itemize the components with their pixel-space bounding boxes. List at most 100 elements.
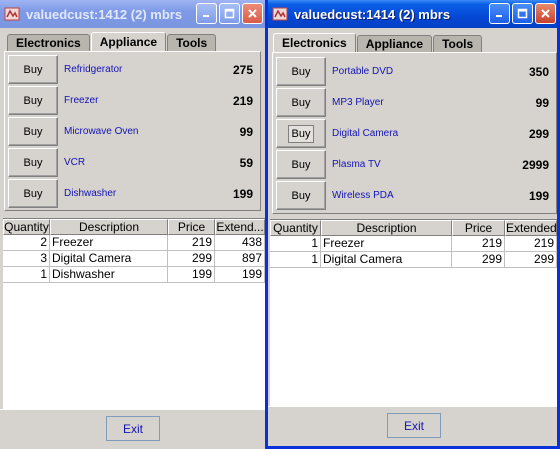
cart-table: Quantity Description Price Extended 1 Fr…	[270, 219, 557, 409]
tab-strip: Electronics Appliance Tools	[7, 32, 217, 51]
title-bar[interactable]: valuedcust:1412 (2) mbrs	[0, 0, 265, 28]
price-cell: 299	[452, 252, 505, 268]
column-header[interactable]: Extended	[505, 220, 557, 236]
description-cell: Freezer	[321, 236, 452, 252]
product-name: MP3 Player	[332, 97, 384, 108]
column-header[interactable]: Quantity	[3, 219, 50, 235]
tab-tools[interactable]: Tools	[167, 34, 217, 51]
price-cell: 219	[452, 236, 505, 252]
product-price: 2999	[522, 157, 549, 172]
product-row: Buy Digital Camera 299	[276, 118, 553, 149]
window-title: valuedcust:1414 (2) mbrs	[294, 6, 451, 22]
product-price: 59	[239, 155, 253, 170]
product-row: Buy Portable DVD 350	[276, 56, 553, 87]
footer: Exit	[0, 409, 265, 449]
table-header: Quantity Description Price Extend...	[3, 219, 265, 235]
product-name: Portable DVD	[332, 66, 394, 77]
product-row: Buy Wireless PDA 199	[276, 180, 553, 211]
window-left: valuedcust:1412 (2) mbrs Electronics App…	[0, 0, 265, 449]
table-row[interactable]: 1 Freezer 219 219	[270, 236, 557, 252]
window-title: valuedcust:1412 (2) mbrs	[26, 6, 183, 22]
price-cell: 199	[168, 267, 215, 283]
maximize-icon	[517, 8, 528, 19]
tab-appliance[interactable]: Appliance	[90, 32, 167, 51]
product-name: Freezer	[64, 95, 99, 106]
minimize-button[interactable]	[489, 3, 510, 24]
description-cell: Digital Camera	[321, 252, 452, 268]
product-row: Buy Freezer 219	[8, 85, 257, 116]
buy-button[interactable]: Buy	[276, 181, 326, 210]
column-header[interactable]: Price	[168, 219, 215, 235]
description-cell: Digital Camera	[50, 251, 168, 267]
buy-button-focus: Buy	[287, 124, 315, 143]
buy-button[interactable]: Buy	[276, 88, 326, 117]
table-row[interactable]: 1 Digital Camera 299 299	[270, 252, 557, 268]
product-name: Microwave Oven	[64, 126, 139, 137]
quantity-cell: 1	[270, 236, 321, 252]
buy-button[interactable]: Buy	[8, 117, 58, 146]
tab-electronics[interactable]: Electronics	[273, 33, 356, 52]
maximize-button[interactable]	[219, 3, 240, 24]
exit-button[interactable]: Exit	[387, 413, 441, 438]
buy-button[interactable]: Buy	[8, 86, 58, 115]
table-row[interactable]: 2 Freezer 219 438	[3, 235, 265, 251]
product-panel: Buy Portable DVD 350 Buy MP3 Player 99 B…	[272, 52, 557, 214]
buy-button[interactable]: Buy	[8, 148, 58, 177]
table-row[interactable]: 3 Digital Camera 299 897	[3, 251, 265, 267]
table-header: Quantity Description Price Extended	[270, 220, 557, 236]
quantity-cell: 3	[3, 251, 50, 267]
product-name: VCR	[64, 157, 86, 168]
column-header[interactable]: Description	[321, 220, 452, 236]
product-panel: Buy Refridgerator 275 Buy Freezer 219 Bu…	[4, 51, 261, 211]
quantity-cell: 1	[3, 267, 50, 283]
extended-cell: 299	[505, 252, 557, 268]
product-price: 350	[528, 64, 549, 79]
product-row: Buy Refridgerator 275	[8, 54, 257, 85]
description-cell: Dishwasher	[50, 267, 168, 283]
product-row: Buy VCR 59	[8, 147, 257, 178]
app-icon	[4, 7, 20, 21]
buy-button[interactable]: Buy	[8, 55, 58, 84]
product-price: 199	[232, 186, 253, 201]
product-name: Wireless PDA	[332, 190, 394, 201]
buy-button[interactable]: Buy	[276, 150, 326, 179]
product-row: Buy Dishwasher 199	[8, 178, 257, 209]
product-price: 99	[239, 124, 253, 139]
product-price: 275	[232, 62, 253, 77]
description-cell: Freezer	[50, 235, 168, 251]
product-price: 199	[528, 188, 549, 203]
quantity-cell: 2	[3, 235, 50, 251]
product-row: Buy Microwave Oven 99	[8, 116, 257, 147]
column-header[interactable]: Extend...	[215, 219, 265, 235]
price-cell: 219	[168, 235, 215, 251]
minimize-icon	[496, 15, 502, 17]
maximize-button[interactable]	[512, 3, 533, 24]
column-header[interactable]: Description	[50, 219, 168, 235]
footer: Exit	[268, 406, 557, 446]
tab-electronics[interactable]: Electronics	[7, 34, 90, 51]
product-row: Buy Plasma TV 2999	[276, 149, 553, 180]
close-icon	[248, 9, 257, 18]
column-header[interactable]: Price	[452, 220, 505, 236]
column-header[interactable]: Quantity	[270, 220, 321, 236]
tab-appliance[interactable]: Appliance	[356, 35, 433, 52]
product-price: 299	[528, 126, 549, 141]
close-icon	[541, 9, 550, 18]
exit-button[interactable]: Exit	[106, 416, 160, 441]
cart-table: Quantity Description Price Extend... 2 F…	[3, 218, 265, 409]
quantity-cell: 1	[270, 252, 321, 268]
product-price: 99	[535, 95, 549, 110]
tab-tools[interactable]: Tools	[433, 35, 483, 52]
table-row[interactable]: 1 Dishwasher 199 199	[3, 267, 265, 283]
title-bar[interactable]: valuedcust:1414 (2) mbrs	[268, 0, 557, 28]
buy-button[interactable]: Buy	[276, 57, 326, 86]
product-name: Dishwasher	[64, 188, 117, 199]
close-button[interactable]	[535, 3, 556, 24]
minimize-button[interactable]	[196, 3, 217, 24]
extended-cell: 199	[215, 267, 265, 283]
buy-button[interactable]: Buy	[276, 119, 326, 148]
extended-cell: 438	[215, 235, 265, 251]
buy-button[interactable]: Buy	[8, 179, 58, 208]
close-button[interactable]	[242, 3, 263, 24]
maximize-icon	[224, 8, 235, 19]
